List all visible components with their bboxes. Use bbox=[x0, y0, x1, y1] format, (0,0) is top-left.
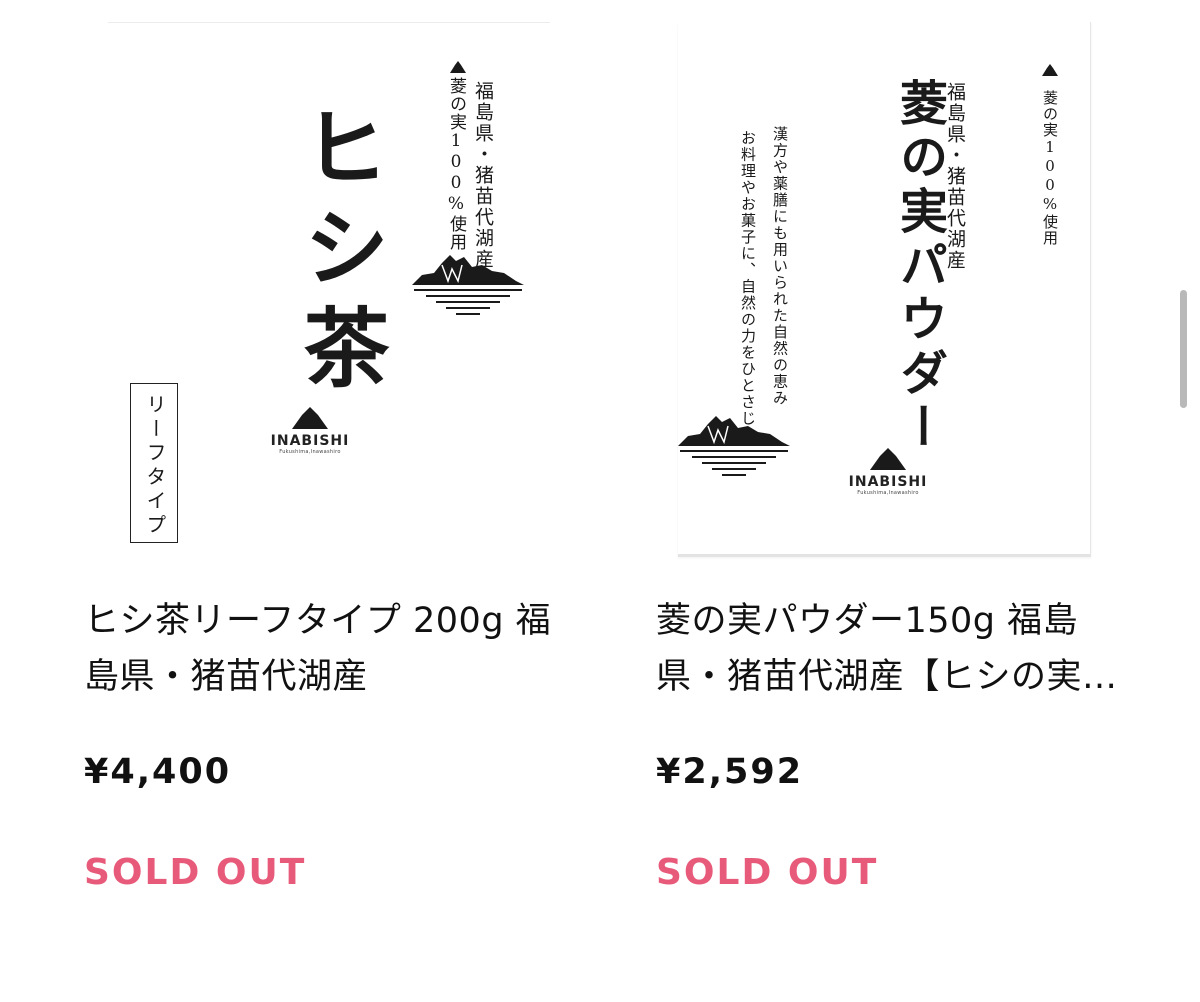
product-image-hishi-tea[interactable]: 菱の実100%使用 福島県・猪苗代湖産 ヒシ茶 INABISHI Fukushi… bbox=[108, 22, 550, 555]
package-subtitle: 菱の実100%使用 bbox=[1041, 90, 1059, 246]
product-name[interactable]: 菱の実パウダー150g 福島県・猪苗代湖産【ヒシの実パウダー】 bbox=[656, 593, 1126, 705]
scrollbar[interactable] bbox=[1180, 290, 1187, 408]
mountain-logo-icon bbox=[870, 448, 906, 470]
package-brand: INABISHI Fukushima,Inawashiro bbox=[268, 433, 352, 455]
package-title: ヒシ茶 bbox=[288, 103, 389, 403]
package-origin: 福島県・猪苗代湖産 bbox=[472, 81, 494, 270]
mountain-lake-icon bbox=[412, 255, 524, 315]
package-subtitle: 菱の実100%使用 bbox=[446, 77, 466, 251]
mountain-logo-icon bbox=[292, 407, 328, 429]
package-brand: INABISHI Fukushima,Inawashiro bbox=[846, 474, 930, 496]
product-price: ¥4,400 bbox=[84, 752, 232, 792]
mountain-mark-icon bbox=[450, 61, 466, 73]
brand-tagline: Fukushima,Inawashiro bbox=[857, 490, 919, 496]
product-image-hishi-powder[interactable]: 菱の実100%使用 福島県・猪苗代湖産 菱の実パウダー 漢方や薬膳にも用いられた… bbox=[678, 22, 1091, 557]
brand-name: INABISHI bbox=[270, 433, 350, 449]
mountain-lake-icon bbox=[678, 416, 790, 476]
product-name[interactable]: ヒシ茶リーフタイプ 200g 福島県・猪苗代湖産 bbox=[84, 593, 554, 705]
product-price: ¥2,592 bbox=[656, 752, 804, 792]
sold-out-label: SOLD OUT bbox=[656, 852, 879, 893]
package-title: 菱の実パウダー bbox=[891, 78, 947, 456]
package-description-line-2: お料理やお菓子に、自然の力をひとさじ bbox=[739, 130, 757, 427]
package-description-line-1: 漢方や薬膳にも用いられた自然の恵み bbox=[771, 126, 789, 407]
mountain-mark-icon bbox=[1042, 64, 1058, 76]
sold-out-label: SOLD OUT bbox=[84, 852, 307, 893]
package-type-box: リーフタイプ bbox=[130, 383, 178, 543]
brand-tagline: Fukushima,Inawashiro bbox=[279, 449, 341, 455]
package-type: リーフタイプ bbox=[143, 394, 167, 538]
brand-name: INABISHI bbox=[848, 474, 928, 490]
